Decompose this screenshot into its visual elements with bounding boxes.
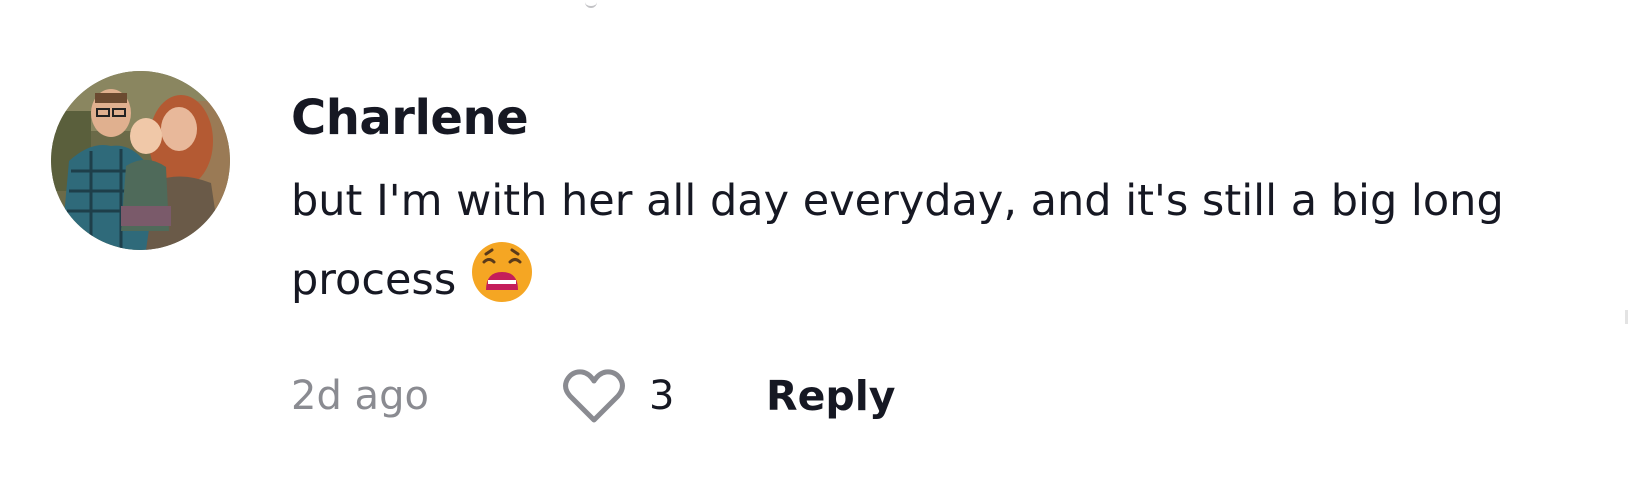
avatar[interactable] [51, 71, 230, 250]
comment-actions: 2d ago 3 Reply [291, 366, 896, 426]
comment-timestamp: 2d ago [291, 373, 429, 419]
comment-text: but I'm with her all day everyday, and i… [291, 162, 1611, 319]
heart-outline-icon [563, 369, 625, 423]
family-photo-avatar-image [51, 71, 230, 250]
comment-item: Charlene but I'm with her all day everyd… [0, 0, 1628, 485]
reply-button[interactable]: Reply [766, 372, 896, 420]
weary-face-emoji-icon [470, 240, 534, 304]
comment-body: Charlene but I'm with her all day everyd… [291, 88, 1611, 319]
like-button[interactable]: 3 [561, 366, 766, 426]
like-count: 3 [649, 373, 675, 419]
comment-username[interactable]: Charlene [291, 88, 529, 148]
